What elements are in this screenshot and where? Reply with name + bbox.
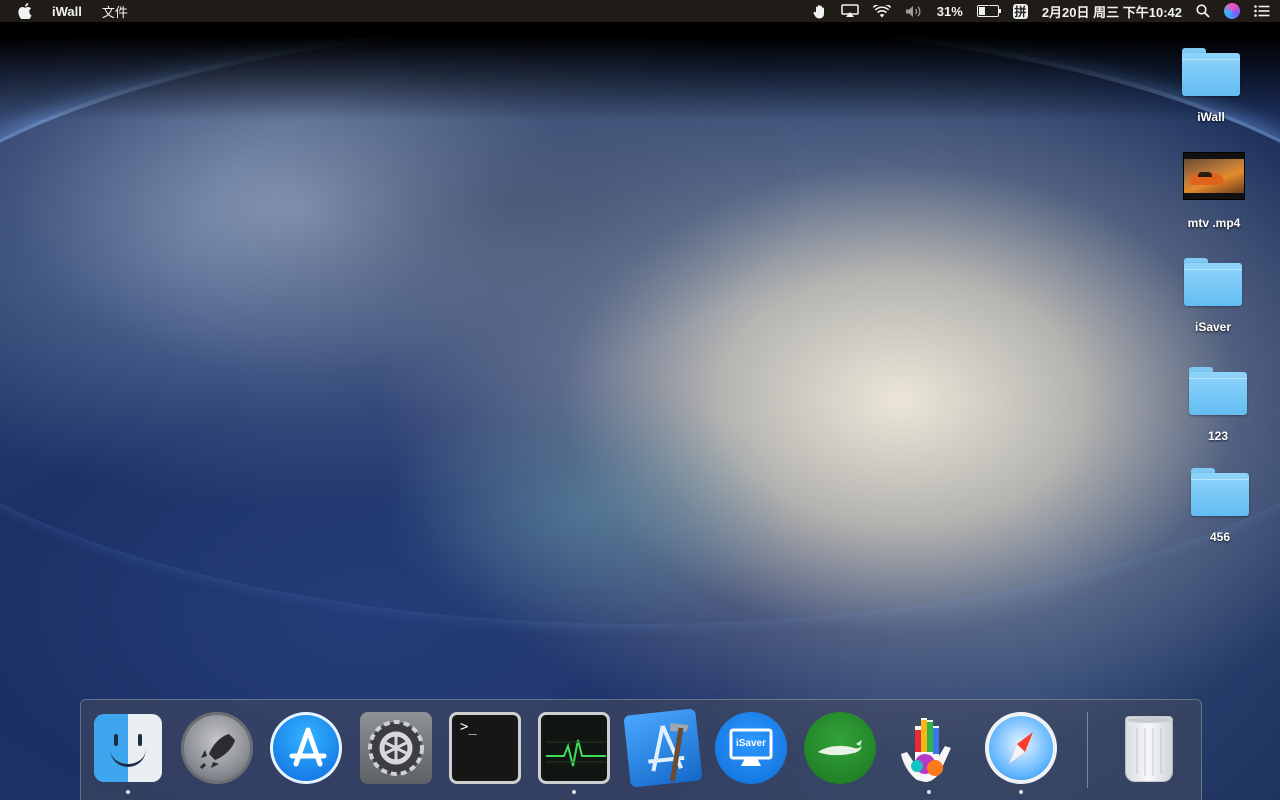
notification-center-icon[interactable] [1254, 5, 1270, 17]
app-store-icon [270, 712, 342, 784]
terminal-prompt: >_ [460, 719, 477, 735]
xcode-icon [623, 708, 703, 788]
safari-icon [985, 712, 1057, 784]
dock-app-safari[interactable] [983, 710, 1059, 794]
airplay-icon[interactable] [841, 4, 859, 18]
dock-app-terminal[interactable]: >_ [447, 710, 523, 786]
desktop-folder-iwall[interactable]: iWall [1166, 48, 1256, 124]
siri-icon[interactable] [1224, 3, 1240, 19]
desktop[interactable]: iWall 文件 31% ⚡ 拼 2月20日 周三 下午10:42 iWall … [0, 0, 1280, 800]
rocket-icon [181, 712, 253, 784]
isaver-label: iSaver [735, 738, 767, 749]
dock-separator [1087, 712, 1088, 788]
hand-icon[interactable] [813, 4, 827, 19]
gear-icon [360, 712, 432, 784]
isaver-icon: iSaver [715, 712, 787, 784]
dock-app-green[interactable] [802, 710, 878, 786]
running-indicator [927, 790, 931, 794]
running-indicator [1019, 790, 1023, 794]
desktop-item-label: 123 [1207, 429, 1229, 443]
menu-file[interactable]: 文件 [102, 2, 128, 21]
desktop-item-label: iWall [1197, 110, 1225, 124]
menu-bar: iWall 文件 31% ⚡ 拼 2月20日 周三 下午10:42 [0, 0, 1280, 22]
wifi-icon[interactable] [872, 4, 891, 18]
running-indicator [126, 790, 130, 794]
desktop-folder-123[interactable]: 123 [1173, 367, 1263, 443]
charging-bolt-icon: ⚡ [983, 4, 991, 15]
folder-icon [1189, 367, 1247, 415]
spotlight-search-icon[interactable] [1196, 4, 1210, 18]
dock-app-activity-monitor[interactable] [536, 710, 612, 794]
dock-app-xcode[interactable] [623, 708, 703, 788]
dock-trash[interactable] [1111, 710, 1187, 786]
desktop-item-label: 456 [1209, 530, 1231, 544]
activity-monitor-icon [538, 712, 610, 784]
volume-icon[interactable] [905, 5, 923, 18]
folder-icon [1182, 48, 1240, 96]
terminal-icon: >_ [449, 712, 521, 784]
running-indicator [572, 790, 576, 794]
battery-icon[interactable]: ⚡ [976, 4, 1001, 17]
trash-icon [1125, 716, 1173, 782]
desktop-folder-isaver[interactable]: iSaver [1168, 258, 1258, 334]
dock-app-hand-paint[interactable] [891, 710, 967, 794]
desktop-item-label: mtv .mp4 [1187, 216, 1241, 230]
dock-app-finder[interactable] [90, 710, 166, 794]
dock: >_ iSaver [80, 699, 1202, 800]
desktop-file-mtv-mp4[interactable]: mtv .mp4 [1169, 152, 1259, 230]
desktop-item-label: iSaver [1194, 320, 1232, 334]
desktop-folder-456[interactable]: 456 [1175, 468, 1265, 544]
whale-icon [804, 712, 876, 784]
battery-percent[interactable]: 31% [937, 4, 963, 19]
finder-icon [94, 714, 162, 782]
app-menu-iwall[interactable]: iWall [52, 4, 82, 19]
painted-hand-icon [891, 710, 967, 786]
dock-app-launchpad[interactable] [179, 710, 255, 786]
dock-app-app-store[interactable] [268, 710, 344, 786]
folder-icon [1191, 468, 1249, 516]
clock[interactable]: 2月20日 周三 下午10:42 [1042, 2, 1182, 21]
dock-app-system-preferences[interactable] [358, 710, 434, 786]
input-method-indicator[interactable]: 拼 [1012, 3, 1028, 19]
apple-icon[interactable] [18, 3, 32, 20]
video-thumbnail [1183, 152, 1245, 200]
folder-icon [1184, 258, 1242, 306]
dock-app-isaver[interactable]: iSaver [713, 710, 789, 786]
